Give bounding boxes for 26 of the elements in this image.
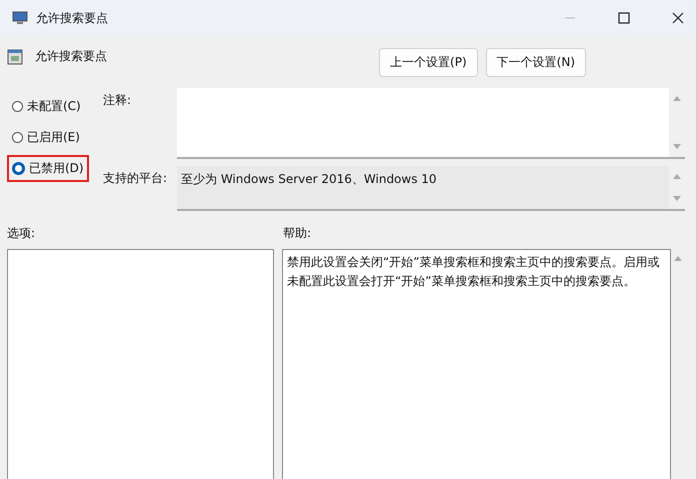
radio-button[interactable]: [12, 101, 23, 112]
radio-label: 未配置(C): [27, 98, 81, 115]
window-title: 允许搜索要点: [36, 10, 108, 26]
help-label: 帮助:: [283, 225, 312, 242]
policy-icon: [7, 48, 23, 64]
platform-text: 至少为 Windows Server 2016、Windows 10: [180, 171, 438, 188]
scroll-down-icon[interactable]: [673, 196, 681, 202]
help-text: 禁用此设置会关闭“开始”菜单搜索框和搜索主页中的搜索要点。启用或未配置此设置会打开“开始”菜单搜索框和搜索主页中的搜索要点。: [287, 255, 660, 288]
maximize-icon[interactable]: [618, 12, 630, 24]
platform-label: 支持的平台:: [103, 170, 168, 187]
policy-heading: 允许搜索要点: [35, 48, 107, 65]
scroll-up-icon[interactable]: [673, 95, 681, 101]
computer-icon: [12, 11, 28, 25]
scroll-down-icon[interactable]: [673, 144, 681, 150]
close-icon[interactable]: [672, 12, 684, 24]
radio-button[interactable]: [12, 162, 25, 175]
comment-field[interactable]: [177, 88, 685, 159]
nav-button[interactable]: 下一个设置(N): [486, 48, 586, 77]
radio-button[interactable]: [12, 132, 23, 143]
radio-label: 已禁用(D): [29, 160, 84, 177]
options-label: 选项:: [7, 225, 36, 242]
nav-button[interactable]: 上一个设置(P): [379, 48, 478, 77]
comment-label: 注释:: [103, 92, 132, 109]
radio-label: 已启用(E): [27, 129, 80, 146]
scroll-up-icon[interactable]: [674, 255, 682, 261]
scroll-up-icon[interactable]: [673, 173, 681, 179]
